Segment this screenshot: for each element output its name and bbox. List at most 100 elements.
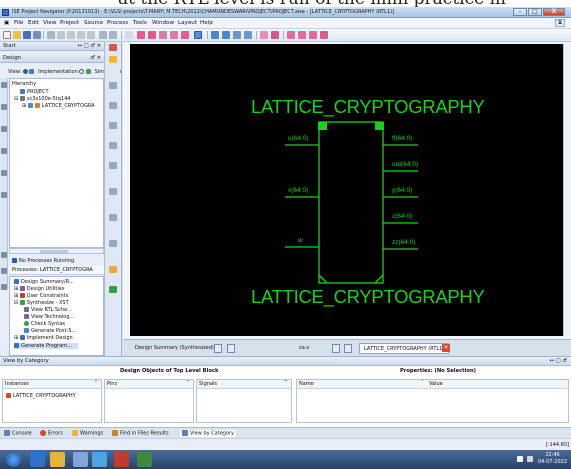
select-tool-icon[interactable] — [137, 31, 145, 39]
window-cascade-icon[interactable] — [222, 31, 230, 39]
layout-icon[interactable] — [233, 31, 241, 39]
menu-window[interactable]: Window — [152, 20, 174, 26]
process-generate-programming[interactable]: Generate Program... — [14, 343, 78, 349]
start-button-icon[interactable] — [6, 452, 21, 467]
wire-tool-icon[interactable] — [148, 31, 156, 39]
add-copy-icon[interactable] — [1, 104, 7, 110]
start-pane-controls[interactable]: ↔ □ ♂ ✕ — [78, 43, 101, 49]
tab-rtl-schematic[interactable]: LATTICE_CRYPTOGRAPHY (RTL1) — [359, 343, 450, 354]
library-icon[interactable] — [1, 192, 7, 198]
tab-design-summary[interactable]: Design Summary (Synthesized) — [131, 343, 218, 354]
window-tile-icon[interactable] — [211, 31, 219, 39]
rtl-schematic-canvas[interactable]: LATTICE_CRYPTOGRAPHY LATTICE_CRYPTOGRAPH… — [130, 44, 563, 336]
help-key-icon[interactable] — [271, 31, 279, 39]
app-window-icon[interactable] — [92, 452, 107, 467]
tab-ca-v[interactable]: ca.v — [295, 343, 313, 354]
zoom-fit-icon[interactable] — [181, 31, 189, 39]
menu-edit[interactable]: Edit — [28, 20, 39, 26]
sigma-icon[interactable] — [298, 31, 306, 39]
media-icon[interactable] — [73, 452, 88, 467]
menu-project[interactable]: Project — [60, 20, 79, 26]
save-icon[interactable] — [23, 31, 31, 39]
search-icon[interactable] — [109, 102, 117, 109]
tab-view-by-category[interactable]: View by Category — [180, 430, 237, 437]
port-u[interactable]: u(64:0) — [288, 135, 309, 142]
edit-icon[interactable] — [109, 82, 117, 89]
summary-page-icon[interactable] — [227, 344, 235, 353]
process-synthesize[interactable]: ⊟ Synthesize - XST — [14, 300, 69, 306]
maximize-button[interactable]: □ — [528, 8, 542, 16]
paste-icon[interactable] — [77, 31, 85, 39]
properties-icon[interactable] — [1, 126, 7, 132]
tree-item-top-module[interactable]: ⊞ LATTICE_CRYPTOGRA — [22, 103, 95, 109]
text-icon[interactable] — [109, 188, 117, 195]
simulation-radio[interactable] — [79, 69, 85, 74]
print-icon[interactable] — [47, 31, 55, 39]
source-page-icon[interactable] — [344, 344, 352, 353]
app-green-icon[interactable] — [137, 452, 152, 467]
pin-icon[interactable] — [109, 56, 117, 63]
more-tools-icon[interactable] — [125, 31, 133, 39]
menu-process[interactable]: Process — [107, 20, 128, 26]
ie-icon[interactable] — [30, 452, 45, 467]
grid-icon[interactable] — [109, 142, 117, 149]
port-ff[interactable]: ff(64:0) — [392, 135, 412, 142]
redo-icon[interactable] — [109, 31, 117, 39]
run-tool-icon[interactable] — [109, 286, 117, 293]
implementation-label[interactable]: Implementation — [38, 69, 78, 75]
tab-errors[interactable]: Errors — [40, 430, 63, 437]
close-button[interactable]: X — [543, 8, 565, 16]
process-design-summary[interactable]: Design Summary/R... — [14, 279, 74, 285]
menu-help[interactable]: Help — [200, 20, 213, 26]
port-z[interactable]: z(64:0) — [392, 213, 412, 220]
design-pane-controls[interactable]: ♂ ✕ — [90, 55, 101, 61]
process-implement-design[interactable]: ⊞ Implement Design — [14, 335, 73, 341]
network-icon[interactable] — [517, 456, 523, 462]
ise-taskbar-icon[interactable] — [114, 452, 129, 467]
port-w[interactable]: w — [298, 237, 303, 244]
outdent-icon[interactable] — [109, 240, 117, 247]
minimize-button[interactable]: – — [513, 8, 527, 16]
volume-icon[interactable] — [527, 456, 533, 462]
tab-find-results[interactable]: Find in Files Results — [112, 430, 169, 437]
tree-item-project[interactable]: PROJECT — [20, 89, 49, 95]
zoom-in-icon[interactable] — [159, 31, 167, 39]
delete-icon[interactable] — [87, 31, 95, 39]
implementation-radio[interactable] — [22, 69, 28, 74]
run-icon[interactable] — [287, 31, 295, 39]
process-view-technology[interactable]: View Technolog... — [24, 314, 74, 320]
design-goals-icon[interactable] — [260, 31, 268, 39]
menu-view[interactable]: View — [43, 20, 56, 26]
copy-icon[interactable] — [67, 31, 75, 39]
new-file-icon[interactable] — [3, 31, 11, 39]
up-arrow-icon[interactable] — [1, 252, 7, 258]
summary-doc-icon[interactable] — [214, 344, 222, 353]
close-tab-icon[interactable]: ✕ — [442, 344, 450, 352]
source-doc-icon[interactable] — [332, 344, 340, 353]
port-y[interactable]: y(64:0) — [392, 187, 412, 194]
tab-warnings[interactable]: Warnings — [72, 430, 103, 437]
process-generate-post-synthesis[interactable]: Generate Post-S... — [24, 328, 76, 334]
close-pane-icon[interactable] — [109, 44, 117, 51]
tab-console[interactable]: Console — [4, 430, 32, 437]
indent-icon[interactable] — [109, 214, 117, 221]
list-icon[interactable] — [109, 162, 117, 169]
undo-icon[interactable] — [99, 31, 107, 39]
tree-item-device[interactable]: ⊟ xc3s100e-5tq144 — [14, 96, 71, 102]
open-folder-icon[interactable] — [13, 31, 21, 39]
design-report-icon[interactable] — [1, 284, 7, 290]
save-all-icon[interactable] — [33, 31, 41, 39]
warning-tool-icon[interactable] — [109, 266, 117, 273]
zoom-out-icon[interactable] — [170, 31, 178, 39]
app-menu-icon[interactable]: ▣ — [4, 20, 9, 26]
instance-row[interactable]: LATTICE_CRYPTOGRAPHY — [6, 393, 76, 399]
port-zz[interactable]: zz(64:0) — [392, 239, 415, 246]
cut-icon[interactable] — [57, 31, 65, 39]
menu-layout[interactable]: Layout — [178, 20, 197, 26]
menu-tools[interactable]: Tools — [133, 20, 147, 26]
process-user-constraints[interactable]: ⊞ User Constraints — [14, 293, 68, 299]
expand-icon[interactable] — [1, 148, 7, 154]
doc-icon[interactable] — [109, 122, 117, 129]
port-out[interactable]: out(64:0) — [392, 161, 418, 168]
add-source-icon[interactable] — [1, 82, 7, 88]
